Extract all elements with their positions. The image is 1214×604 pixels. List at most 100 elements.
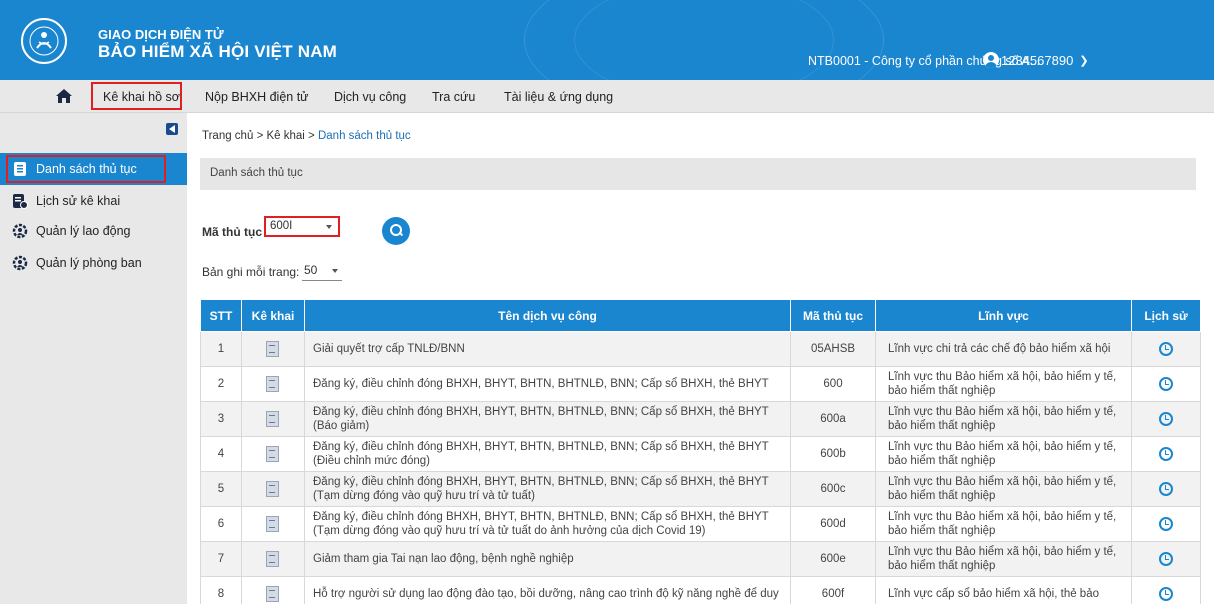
- history-cell: [1131, 576, 1201, 604]
- ke-khai-cell: [241, 401, 305, 437]
- perpage-value: 50: [304, 263, 318, 277]
- col-header-lich-su: Lịch sử: [1131, 299, 1201, 332]
- field-name: Lĩnh vực chi trả các chế độ bảo hiểm xã …: [875, 331, 1132, 367]
- menu-ke-khai-ho-so[interactable]: Kê khai hồ sơ: [91, 82, 182, 110]
- history-cell: [1131, 401, 1201, 437]
- field-name: Lĩnh vực cấp sổ bảo hiểm xã hội, thẻ bảo: [875, 576, 1132, 604]
- sidebar-item-danh-sach-thu-tuc[interactable]: Danh sách thủ tục: [0, 153, 187, 185]
- procedure-code: 600c: [790, 471, 876, 507]
- row-stt: 1: [200, 331, 242, 367]
- menu-tai-lieu[interactable]: Tài liệu & ứng dụng: [504, 90, 613, 104]
- breadcrumb-separator: >: [308, 130, 315, 142]
- user-id: 1234567890: [1001, 52, 1074, 68]
- field-name: Lĩnh vực thu Bảo hiểm xã hội, bảo hiểm y…: [875, 506, 1132, 542]
- breadcrumb-current: Danh sách thủ tục: [317, 130, 411, 142]
- procedure-code-select[interactable]: 600I: [264, 216, 340, 237]
- field-name: Lĩnh vực thu Bảo hiểm xã hội, bảo hiểm y…: [875, 401, 1132, 437]
- history-doc-icon: [13, 194, 28, 209]
- history-cell: [1131, 471, 1201, 507]
- sidebar: Danh sách thủ tục Lịch sử kê khai Quản l…: [0, 113, 187, 604]
- perpage-select[interactable]: 50: [302, 263, 342, 281]
- history-cell: [1131, 436, 1201, 472]
- table-row: 6 Đăng ký, điều chỉnh đóng BHXH, BHYT, BH…: [200, 506, 1201, 542]
- sidebar-item-label: Quản lý lao động: [36, 224, 131, 238]
- col-header-ma-thu-tuc: Mã thủ tục: [790, 299, 876, 332]
- menu-nop-bhxh[interactable]: Nộp BHXH điện tử: [205, 90, 309, 104]
- field-name: Lĩnh vực thu Bảo hiểm xã hội, bảo hiểm y…: [875, 366, 1132, 402]
- procedures-table: STT Kê khai Tên dịch vụ công Mã thủ tục …: [200, 299, 1201, 604]
- ke-khai-cell: [241, 436, 305, 472]
- brand-title: BẢO HIỂM XÃ HỘI VIỆT NAM: [98, 42, 338, 61]
- service-name: Hỗ trợ người sử dụng lao động đào tạo, b…: [304, 576, 791, 604]
- sidebar-item-quan-ly-phong-ban[interactable]: Quản lý phòng ban: [0, 247, 187, 279]
- field-name: Lĩnh vực thu Bảo hiểm xã hội, bảo hiểm y…: [875, 436, 1132, 472]
- app-header: GIAO DỊCH ĐIỆN TỬ BẢO HIỂM XÃ HỘI VIỆT N…: [0, 0, 1214, 80]
- declare-doc-icon[interactable]: [266, 586, 280, 602]
- table-row: 4 Đăng ký, điều chỉnh đóng BHXH, BHYT, BH…: [200, 436, 1201, 472]
- row-stt: 4: [200, 436, 242, 472]
- breadcrumb-separator: >: [256, 130, 264, 142]
- history-cell: [1131, 331, 1201, 367]
- history-clock-icon[interactable]: [1159, 551, 1173, 566]
- row-stt: 3: [200, 401, 242, 437]
- table-body: 1 Giải quyết trợ cấp TNLĐ/BNN 05AHSB Lĩnh v…: [200, 331, 1201, 604]
- table-row: 8 Hỗ trợ người sử dụng lao động đào tạo, …: [200, 576, 1201, 604]
- history-clock-icon[interactable]: [1159, 586, 1173, 601]
- ke-khai-cell: [241, 471, 305, 507]
- service-name: Đăng ký, điều chỉnh đóng BHXH, BHYT, BHT…: [304, 471, 791, 507]
- field-name: Lĩnh vực thu Bảo hiểm xã hội, bảo hiểm y…: [875, 541, 1132, 577]
- breadcrumb-ke-khai[interactable]: Kê khai: [266, 130, 304, 142]
- sidebar-item-label: Quản lý phòng ban: [36, 256, 142, 270]
- highlight-box: [6, 155, 166, 183]
- history-clock-icon[interactable]: [1159, 481, 1173, 496]
- logo-icon: [29, 26, 59, 56]
- table-header-row: STT Kê khai Tên dịch vụ công Mã thủ tục …: [200, 299, 1201, 332]
- service-name: Giảm tham gia Tai nạn lao động, bệnh ngh…: [304, 541, 791, 577]
- declare-doc-icon[interactable]: [266, 551, 280, 567]
- table-row: 3 Đăng ký, điều chỉnh đóng BHXH, BHYT, BH…: [200, 401, 1201, 437]
- history-clock-icon[interactable]: [1159, 376, 1173, 391]
- ke-khai-cell: [241, 541, 305, 577]
- dropdown-caret-icon: [332, 269, 338, 273]
- history-clock-icon[interactable]: [1159, 411, 1173, 426]
- ke-khai-cell: [241, 506, 305, 542]
- service-name: Đăng ký, điều chỉnh đóng BHXH, BHYT, BHT…: [304, 436, 791, 472]
- declare-doc-icon[interactable]: [266, 516, 280, 532]
- user-icon: [983, 52, 999, 68]
- filter-label: Mã thủ tục: [202, 225, 262, 239]
- home-icon[interactable]: [55, 88, 73, 104]
- declare-doc-icon[interactable]: [266, 411, 280, 427]
- row-stt: 2: [200, 366, 242, 402]
- declare-doc-icon[interactable]: [266, 341, 280, 357]
- page-title: Danh sách thủ tục: [200, 158, 1196, 190]
- service-name: Đăng ký, điều chỉnh đóng BHXH, BHYT, BHT…: [304, 401, 791, 437]
- search-button[interactable]: [382, 217, 410, 245]
- declare-doc-icon[interactable]: [266, 481, 280, 497]
- history-cell: [1131, 506, 1201, 542]
- field-name: Lĩnh vực thu Bảo hiểm xã hội, bảo hiểm y…: [875, 471, 1132, 507]
- procedure-code: 600e: [790, 541, 876, 577]
- sidebar-item-label: Lịch sử kê khai: [36, 194, 121, 208]
- collapse-sidebar-icon[interactable]: [166, 123, 178, 135]
- col-header-ke-khai: Kê khai: [241, 299, 305, 332]
- perpage-label: Bản ghi mỗi trang:: [202, 265, 300, 279]
- service-name: Đăng ký, điều chỉnh đóng BHXH, BHYT, BHT…: [304, 366, 791, 402]
- user-menu[interactable]: 1234567890 ❯: [983, 52, 1089, 68]
- menu-dich-vu-cong[interactable]: Dịch vụ công: [334, 90, 406, 104]
- bhxh-logo[interactable]: [21, 18, 67, 64]
- users-gear-icon: [12, 255, 28, 271]
- chevron-down-icon: ❯: [1079, 54, 1089, 67]
- declare-doc-icon[interactable]: [266, 376, 280, 392]
- history-cell: [1131, 541, 1201, 577]
- ke-khai-cell: [241, 366, 305, 402]
- history-clock-icon[interactable]: [1159, 516, 1173, 531]
- ke-khai-cell: [241, 576, 305, 604]
- history-clock-icon[interactable]: [1159, 446, 1173, 461]
- sidebar-item-lich-su-ke-khai[interactable]: Lịch sử kê khai: [0, 185, 187, 217]
- sidebar-item-quan-ly-lao-dong[interactable]: Quản lý lao động: [0, 215, 187, 247]
- menu-tra-cuu[interactable]: Tra cứu: [432, 90, 475, 104]
- declare-doc-icon[interactable]: [266, 446, 280, 462]
- breadcrumb-home[interactable]: Trang chủ: [202, 130, 253, 142]
- history-clock-icon[interactable]: [1159, 341, 1173, 356]
- col-header-ten-dich-vu: Tên dịch vụ công: [304, 299, 791, 332]
